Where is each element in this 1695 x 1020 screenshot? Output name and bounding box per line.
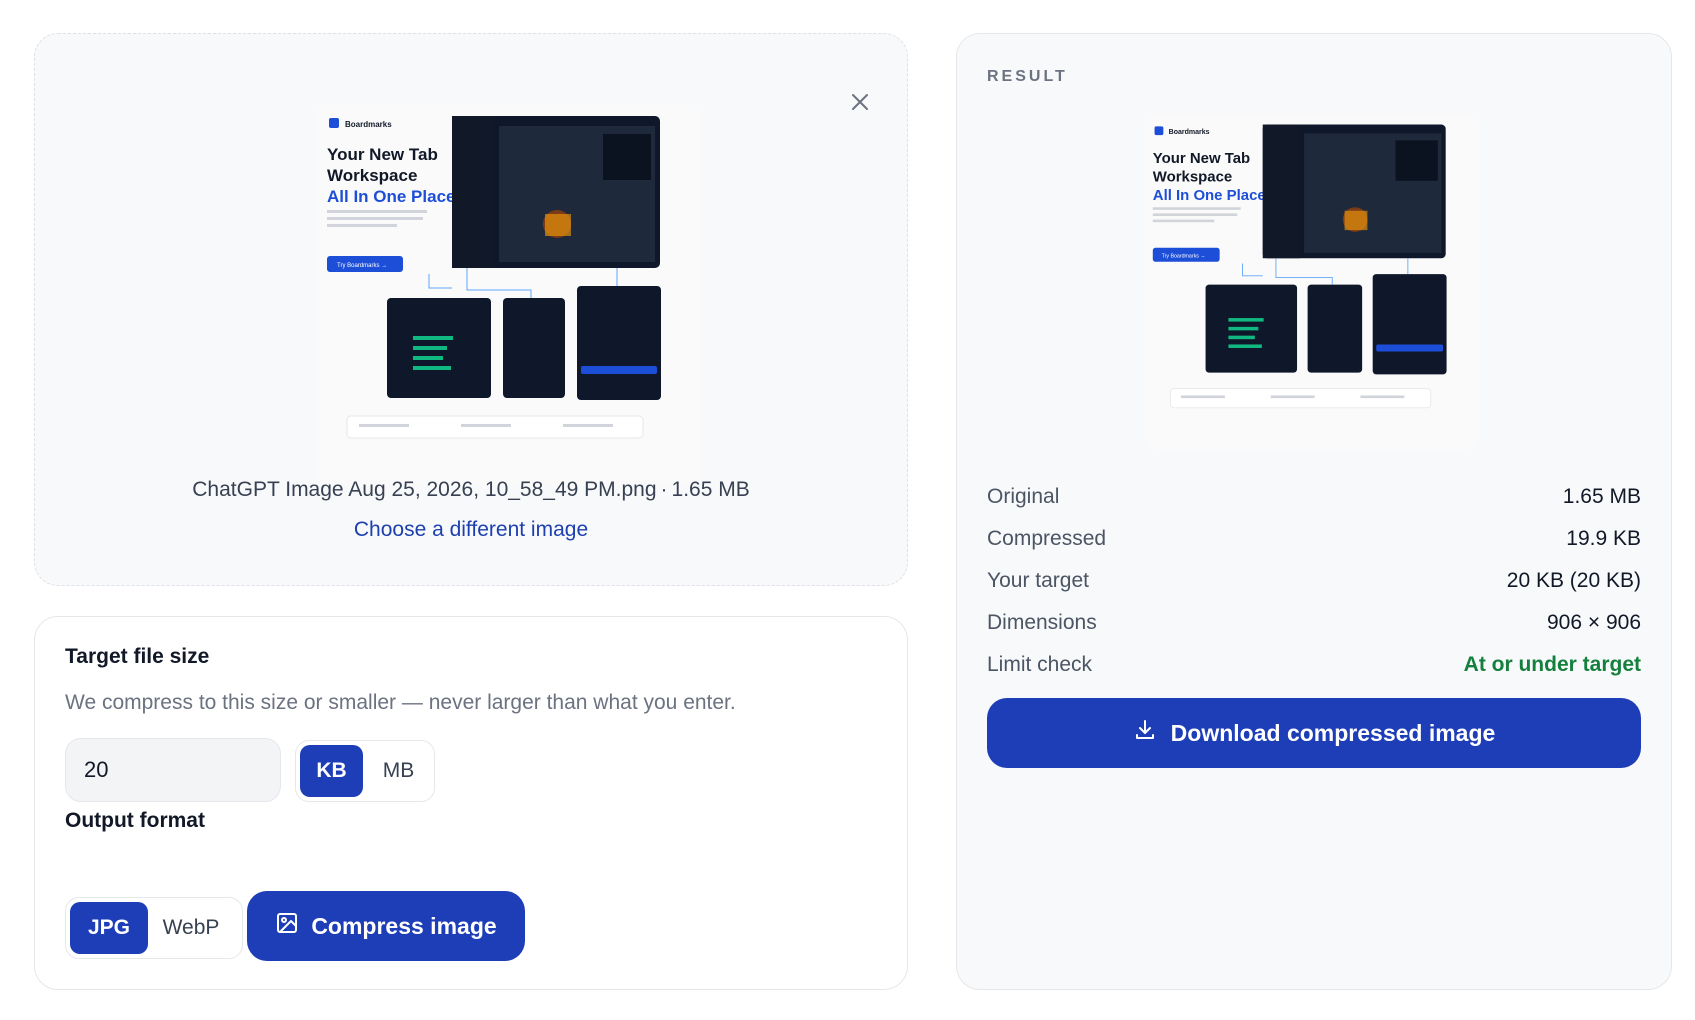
format-webp-option[interactable]: WebP xyxy=(152,902,230,954)
preview-headline-1: Your New Tab xyxy=(327,145,438,164)
settings-card: Target file size We compress to this siz… xyxy=(34,616,908,990)
unit-selector: KB MB xyxy=(295,740,435,802)
file-size: 1.65 MB xyxy=(671,478,750,501)
image-preview: Boardmarks Your New Tab Workspace All In… xyxy=(317,104,699,486)
stat-limit-check: Limit check At or under target xyxy=(987,644,1641,686)
stat-original: Original 1.65 MB xyxy=(987,476,1641,518)
format-selector: JPG WebP xyxy=(65,897,243,959)
stat-value: 20 KB (20 KB) xyxy=(1506,569,1641,592)
stat-label: Compressed xyxy=(987,527,1107,550)
format-jpg-option[interactable]: JPG xyxy=(70,902,148,954)
target-size-input[interactable] xyxy=(65,738,281,802)
stat-value: 19.9 KB xyxy=(1566,527,1641,550)
result-preview-headline-2: Workspace xyxy=(1153,169,1232,186)
unit-mb-option[interactable]: MB xyxy=(367,745,430,797)
image-icon xyxy=(275,911,299,941)
close-icon[interactable] xyxy=(842,84,878,120)
preview-brand: Boardmarks xyxy=(345,120,392,129)
result-image-preview: Boardmarks Your New Tab Workspace All In… xyxy=(1144,114,1480,450)
stat-label: Dimensions xyxy=(987,611,1097,634)
target-size-hint: We compress to this size or smaller — ne… xyxy=(65,691,736,714)
result-preview-headline-1: Your New Tab xyxy=(1153,150,1250,167)
limit-check-status: At or under target xyxy=(1463,653,1641,676)
stat-label: Original xyxy=(987,485,1060,508)
stat-your-target: Your target 20 KB (20 KB) xyxy=(987,560,1641,602)
compress-image-button[interactable]: Compress image xyxy=(247,891,525,961)
stat-label: Your target xyxy=(987,569,1089,592)
choose-different-image-link[interactable]: Choose a different image xyxy=(35,518,907,542)
stat-dimensions: Dimensions 906 × 906 xyxy=(987,602,1641,644)
result-heading: RESULT xyxy=(987,68,1068,85)
result-preview-headline-3: All In One Place xyxy=(1153,187,1266,204)
result-preview-cta: Try Boardmarks → xyxy=(1162,253,1206,259)
stat-value: 906 × 906 xyxy=(1546,611,1641,634)
compress-button-label: Compress image xyxy=(311,912,497,939)
stat-label: Limit check xyxy=(987,653,1093,676)
stat-compressed: Compressed 19.9 KB xyxy=(987,518,1641,560)
file-info: ChatGPT Image Aug 25, 2026, 10_58_49 PM.… xyxy=(35,478,907,502)
download-button-label: Download compressed image xyxy=(1170,719,1496,746)
file-name: ChatGPT Image Aug 25, 2026, 10_58_49 PM.… xyxy=(192,478,657,501)
output-format-label: Output format xyxy=(65,809,205,832)
stat-value: 1.65 MB xyxy=(1562,485,1641,508)
target-size-label: Target file size xyxy=(65,645,210,668)
file-separator: · xyxy=(660,478,668,501)
result-card: RESULT Boardmarks Your New Tab Workspace… xyxy=(956,33,1672,990)
result-preview-brand: Boardmarks xyxy=(1169,129,1210,136)
preview-cta: Try Boardmarks → xyxy=(337,263,387,269)
preview-headline-3: All In One Place xyxy=(327,187,456,206)
download-compressed-image-button[interactable]: Download compressed image xyxy=(987,698,1641,768)
preview-headline-2: Workspace xyxy=(327,166,417,185)
download-icon xyxy=(1133,718,1157,748)
unit-kb-option[interactable]: KB xyxy=(300,745,363,797)
upload-card: Boardmarks Your New Tab Workspace All In… xyxy=(34,33,908,586)
result-stats: Original 1.65 MB Compressed 19.9 KB Your… xyxy=(987,476,1641,686)
